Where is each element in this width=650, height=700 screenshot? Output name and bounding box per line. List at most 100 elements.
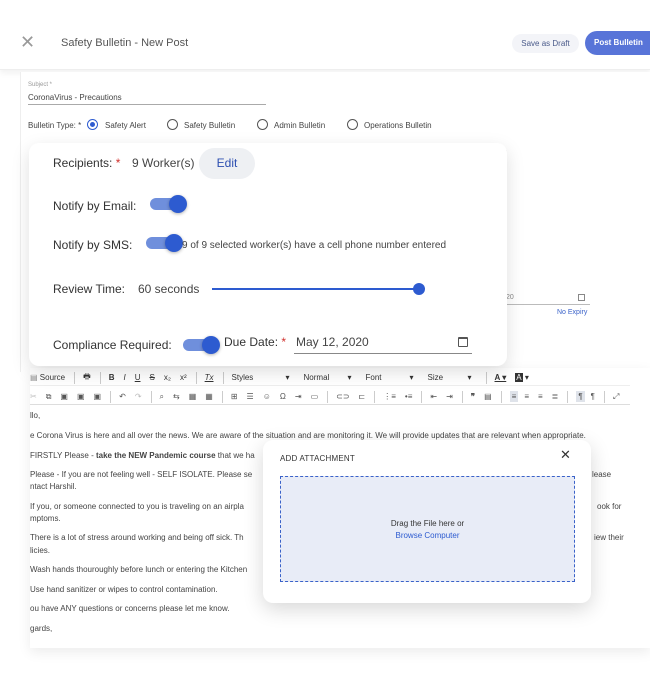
close-icon[interactable]: ✕	[560, 448, 571, 461]
bulletin-type-label: Bulletin Type: *	[28, 121, 82, 130]
editor-text: FIRSTLY Please -	[30, 451, 96, 460]
recipients-label-text: Recipients:	[53, 156, 113, 170]
spellcheck-icon[interactable]: ▦	[205, 392, 213, 401]
link-icon[interactable]: ⊂⊃	[336, 392, 349, 401]
file-dropzone[interactable]	[280, 476, 575, 582]
superscript-button[interactable]: x²	[180, 373, 187, 382]
toolbar-divider	[327, 390, 329, 403]
browse-computer-link[interactable]: Browse Computer	[280, 531, 575, 540]
calendar-icon[interactable]	[578, 294, 585, 301]
required-mark: *	[281, 335, 287, 349]
notify-email-toggle[interactable]	[150, 195, 187, 213]
due-date-underline	[294, 353, 472, 354]
iframe-icon[interactable]: ▭	[311, 392, 319, 401]
copy-icon[interactable]: ⧉	[46, 392, 52, 402]
expiry-panel	[506, 150, 650, 355]
page-break-icon[interactable]: ⇥	[295, 392, 302, 401]
text-color-button[interactable]: A ▾	[495, 373, 507, 382]
course-link-text: take the NEW Pandemic course	[95, 451, 216, 460]
bold-button[interactable]: B	[109, 373, 115, 382]
toolbar-divider	[74, 371, 76, 384]
compliance-toggle[interactable]	[183, 336, 220, 354]
due-date-label: Due Date: *	[224, 335, 286, 349]
paste-icon[interactable]: ▣	[60, 392, 68, 401]
editor-line: If you, or someone connected to you is t…	[30, 502, 244, 511]
align-left-icon[interactable]: ≡	[509, 391, 519, 402]
source-button[interactable]: ▤ Source	[30, 373, 65, 382]
paste-word-icon[interactable]: ▣	[94, 392, 102, 401]
bg-color-label: A	[515, 373, 523, 382]
format-value: Normal	[303, 373, 330, 382]
editor-toolbar-row-2: ✂ ⧉ ▣ ▣ ▣ ↶ ↷ ⌕ ⇆ ▦ ▦ ⊞ ☰ ☺ Ω ⇥ ▭ ⊂⊃ ⊏ ⋮…	[30, 389, 630, 405]
div-icon[interactable]: ▤	[484, 392, 492, 401]
print-icon[interactable]: 🖶	[83, 371, 91, 385]
toolbar-divider	[374, 390, 376, 403]
font-dropdown[interactable]: Font ▾	[366, 373, 418, 382]
notify-sms-toggle[interactable]	[146, 234, 183, 252]
radio-admin-bulletin[interactable]	[257, 119, 268, 130]
radio-safety-alert[interactable]	[87, 119, 98, 130]
table-icon[interactable]: ⊞	[231, 392, 238, 401]
source-icon: ▤	[30, 373, 40, 382]
review-time-slider[interactable]	[212, 288, 419, 290]
outdent-icon[interactable]: ⇤	[430, 392, 437, 401]
indent-icon[interactable]: ⇥	[446, 392, 453, 401]
replace-icon[interactable]: ⇆	[173, 392, 180, 401]
rtl-icon[interactable]: ¶	[591, 392, 595, 401]
recipients-value: 9 Worker(s)	[132, 156, 195, 170]
unlink-icon[interactable]: ⊏	[359, 392, 366, 401]
blockquote-icon[interactable]: ❞	[471, 392, 475, 401]
editor-line: ou have ANY questions or concerns please…	[30, 604, 230, 613]
find-icon[interactable]: ⌕	[160, 392, 164, 402]
undo-icon[interactable]: ↶	[119, 392, 126, 401]
maximize-icon[interactable]: ⤢	[613, 392, 619, 402]
cut-icon[interactable]: ✂	[30, 392, 37, 401]
post-bulletin-button[interactable]: Post Bulletin	[585, 31, 650, 55]
review-time-label: Review Time:	[53, 282, 126, 296]
paste-text-icon[interactable]: ▣	[77, 392, 85, 401]
toolbar-divider	[500, 390, 502, 403]
size-dropdown[interactable]: Size ▾	[428, 373, 476, 382]
bulleted-list-icon[interactable]: •≡	[405, 392, 412, 401]
align-right-icon[interactable]: ≡	[538, 392, 543, 401]
underline-button[interactable]: U	[135, 373, 141, 382]
no-expiry-link[interactable]: No Expiry	[557, 309, 587, 316]
text-color-label: A	[494, 373, 500, 382]
expiry-date-field[interactable]: 20	[506, 294, 514, 301]
format-dropdown[interactable]: Normal ▾	[304, 373, 356, 382]
due-date-field[interactable]: May 12, 2020	[296, 335, 369, 349]
editor-line: Use hand sanitizer or wipes to control c…	[30, 585, 218, 594]
radio-operations-bulletin[interactable]	[347, 119, 358, 130]
editor-line: lease	[592, 470, 612, 479]
close-icon[interactable]: ✕	[20, 33, 35, 51]
strikethrough-button[interactable]: S	[150, 373, 155, 382]
save-draft-button[interactable]: Save as Draft	[512, 34, 579, 53]
toolbar-divider	[461, 390, 463, 403]
calendar-icon[interactable]	[458, 337, 468, 347]
align-justify-icon[interactable]: ≣	[552, 392, 559, 401]
size-value: Size	[427, 373, 444, 382]
clear-format-button[interactable]: Tx	[205, 373, 214, 382]
italic-button[interactable]: I	[123, 373, 125, 382]
subject-field[interactable]: CoronaVirus - Precautions	[28, 93, 122, 102]
edit-recipients-button[interactable]: Edit	[199, 148, 255, 179]
redo-icon[interactable]: ↷	[135, 392, 142, 401]
toolbar-divider	[567, 390, 569, 403]
toolbar-divider	[222, 371, 224, 384]
editor-line: Please - If you are not feeling well - S…	[30, 470, 253, 479]
source-label: Source	[39, 373, 66, 382]
bg-color-button[interactable]: A ▾	[515, 373, 529, 382]
numbered-list-icon[interactable]: ⋮≡	[383, 392, 396, 401]
styles-dropdown[interactable]: Styles ▾	[232, 373, 294, 382]
special-char-icon[interactable]: Ω	[280, 392, 286, 401]
select-all-icon[interactable]: ▦	[189, 392, 197, 401]
horizontal-rule-icon[interactable]: ☰	[247, 392, 254, 401]
radio-safety-bulletin[interactable]	[167, 119, 178, 130]
subject-label: Subject *	[28, 82, 53, 88]
review-time-slider-handle[interactable]	[413, 283, 425, 295]
align-center-icon[interactable]: ≡	[524, 392, 529, 401]
smiley-icon[interactable]: ☺	[263, 392, 271, 401]
ltr-icon[interactable]: ¶	[576, 391, 585, 402]
subscript-button[interactable]: x₂	[164, 373, 171, 382]
toolbar-divider	[421, 390, 423, 403]
